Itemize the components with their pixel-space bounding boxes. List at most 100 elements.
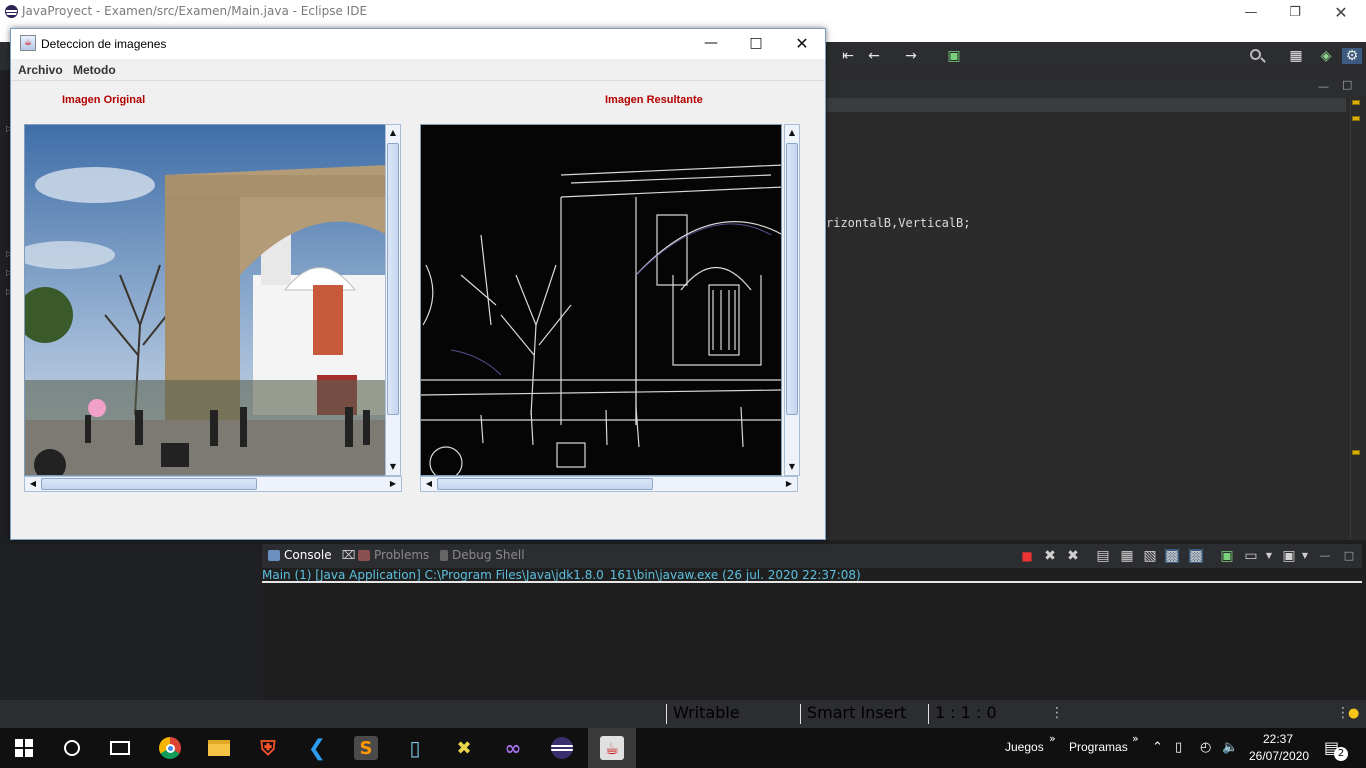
chevron-down-icon[interactable]: ▼ xyxy=(1298,549,1312,563)
start-icon[interactable] xyxy=(12,736,36,760)
status-insert-mode[interactable]: Smart Insert xyxy=(800,704,906,724)
clock-date[interactable]: 26/07/2020 xyxy=(1249,749,1309,763)
terminate-icon[interactable]: ■ xyxy=(1020,549,1034,563)
dialog-maximize-button[interactable]: □ xyxy=(733,29,779,57)
last-edit-icon[interactable]: ⇤ xyxy=(840,48,856,64)
scroll-thumb[interactable] xyxy=(387,143,399,415)
original-image-viewport[interactable] xyxy=(24,124,386,476)
eclipse-icon[interactable] xyxy=(550,736,574,760)
chrome-icon[interactable] xyxy=(158,736,182,760)
editor-maximize-icon[interactable]: □ xyxy=(1342,78,1352,91)
status-writable: Writable xyxy=(666,704,740,724)
warning-marker[interactable] xyxy=(1352,116,1360,121)
editor-minimize-icon[interactable]: — xyxy=(1318,80,1329,93)
word-wrap-icon[interactable]: ▧ xyxy=(1143,549,1157,563)
search-icon[interactable] xyxy=(1250,49,1261,60)
java-app-icon: ☕ xyxy=(20,35,36,51)
scroll-thumb[interactable] xyxy=(437,478,653,490)
display-console-icon[interactable]: ▭ xyxy=(1244,549,1258,563)
debug-shell-icon xyxy=(440,549,448,561)
overview-ruler xyxy=(1350,96,1366,540)
code-line[interactable]: rizontalB,VerticalB; xyxy=(826,216,971,230)
original-image xyxy=(25,125,385,475)
scroll-up-icon[interactable]: ▲ xyxy=(386,125,400,141)
dialog-close-button[interactable]: ✕ xyxy=(779,29,825,57)
console-maximize-icon[interactable]: □ xyxy=(1342,549,1356,563)
clock-time[interactable]: 22:37 xyxy=(1263,732,1293,746)
debug-perspective-icon[interactable]: ⚙ xyxy=(1342,48,1362,64)
open-task-icon[interactable]: ▣ xyxy=(946,48,962,64)
dialog-minimize-button[interactable]: — xyxy=(688,29,734,57)
show-on-stdout-icon[interactable]: ▩ xyxy=(1165,549,1179,563)
wifi-icon[interactable]: ◴ xyxy=(1200,740,1211,755)
scroll-down-icon[interactable]: ▼ xyxy=(386,459,400,475)
excel-icon[interactable]: ✖ xyxy=(452,736,476,760)
scroll-left-icon[interactable]: ◀ xyxy=(25,477,41,491)
tip-bulb-icon[interactable]: ● xyxy=(1348,706,1359,721)
original-vertical-scrollbar[interactable]: ▲ ▼ xyxy=(385,124,401,476)
task-view-icon[interactable] xyxy=(108,736,132,760)
scroll-left-icon[interactable]: ◀ xyxy=(421,477,437,491)
status-cursor-position[interactable]: 1 : 1 : 0 xyxy=(928,704,997,724)
remove-all-launches-icon[interactable]: ✖ xyxy=(1066,549,1080,563)
pin-console-icon[interactable]: ▣ xyxy=(1220,549,1234,563)
java-icon[interactable]: ☕ xyxy=(600,736,624,760)
scroll-right-icon[interactable]: ▶ xyxy=(385,477,401,491)
console-minimize-icon[interactable]: — xyxy=(1318,549,1332,563)
sublime-icon[interactable]: S xyxy=(354,736,378,760)
scroll-thumb[interactable] xyxy=(786,143,798,415)
battery-icon[interactable]: ▯ xyxy=(1175,740,1182,755)
chevron-right-icon[interactable]: » xyxy=(1132,732,1139,745)
java-perspective-icon[interactable]: ◈ xyxy=(1318,48,1334,64)
original-image-label: Imagen Original xyxy=(62,94,146,106)
toolbar-juegos[interactable]: Juegos xyxy=(1005,740,1044,754)
scroll-thumb[interactable] xyxy=(41,478,257,490)
file-explorer-icon[interactable] xyxy=(207,736,231,760)
open-console-icon[interactable]: ▣ xyxy=(1282,549,1296,563)
eclipse-close-button[interactable]: ✕ xyxy=(1318,0,1364,24)
eclipse-minimize-button[interactable]: — xyxy=(1228,0,1274,24)
console-icon xyxy=(268,549,280,561)
eclipse-logo-icon xyxy=(5,5,18,18)
search-icon[interactable] xyxy=(60,736,84,760)
warning-marker[interactable] xyxy=(1352,100,1360,105)
problems-icon xyxy=(358,549,370,561)
tab-debug-shell[interactable]: Debug Shell xyxy=(440,548,525,562)
brave-icon[interactable]: ⛨ xyxy=(256,736,280,760)
result-vertical-scrollbar[interactable]: ▲ ▼ xyxy=(784,124,800,476)
menu-metodo[interactable]: Metodo xyxy=(73,63,116,77)
volume-icon[interactable]: 🔈 xyxy=(1222,740,1238,755)
dialog-title: Deteccion de imagenes xyxy=(41,37,167,51)
chevron-right-icon[interactable]: » xyxy=(1049,732,1056,745)
warning-marker[interactable] xyxy=(1352,450,1360,455)
result-horizontal-scrollbar[interactable]: ◀ ▶ xyxy=(420,476,798,492)
more-icon[interactable]: ⋮ xyxy=(1050,705,1064,721)
back-icon[interactable]: ← xyxy=(866,48,882,64)
original-horizontal-scrollbar[interactable]: ◀ ▶ xyxy=(24,476,402,492)
scroll-up-icon[interactable]: ▲ xyxy=(785,125,799,141)
close-icon[interactable]: ⌧ xyxy=(342,548,356,562)
toolbar-programas[interactable]: Programas xyxy=(1069,740,1128,754)
visual-studio-icon[interactable]: ∞ xyxy=(501,736,525,760)
open-perspective-icon[interactable]: ▦ xyxy=(1288,48,1304,64)
result-image-viewport[interactable] xyxy=(420,124,782,476)
forward-icon[interactable]: → xyxy=(903,48,919,64)
show-on-stderr-icon[interactable]: ▩ xyxy=(1189,549,1203,563)
console-divider xyxy=(262,581,1362,583)
scroll-lock-icon[interactable]: ▦ xyxy=(1120,549,1134,563)
show-hidden-icons-icon[interactable]: ⌃ xyxy=(1152,740,1163,755)
tab-console[interactable]: Console ⌧ xyxy=(268,548,355,562)
notification-count-badge: 2 xyxy=(1334,747,1348,761)
result-image xyxy=(421,125,781,475)
remove-launch-icon[interactable]: ✖ xyxy=(1043,549,1057,563)
chevron-down-icon[interactable]: ▼ xyxy=(1262,549,1276,563)
tab-problems[interactable]: Problems xyxy=(358,548,429,562)
eclipse-restore-button[interactable]: ❐ xyxy=(1272,0,1318,24)
vscode-icon[interactable]: ❮ xyxy=(305,736,329,761)
editor-tab-bar xyxy=(826,74,1366,98)
scroll-down-icon[interactable]: ▼ xyxy=(785,459,799,475)
scroll-right-icon[interactable]: ▶ xyxy=(781,477,797,491)
clear-console-icon[interactable]: ▤ xyxy=(1096,549,1110,563)
menu-archivo[interactable]: Archivo xyxy=(18,63,63,77)
notepad-icon[interactable]: ▯ xyxy=(403,736,427,760)
